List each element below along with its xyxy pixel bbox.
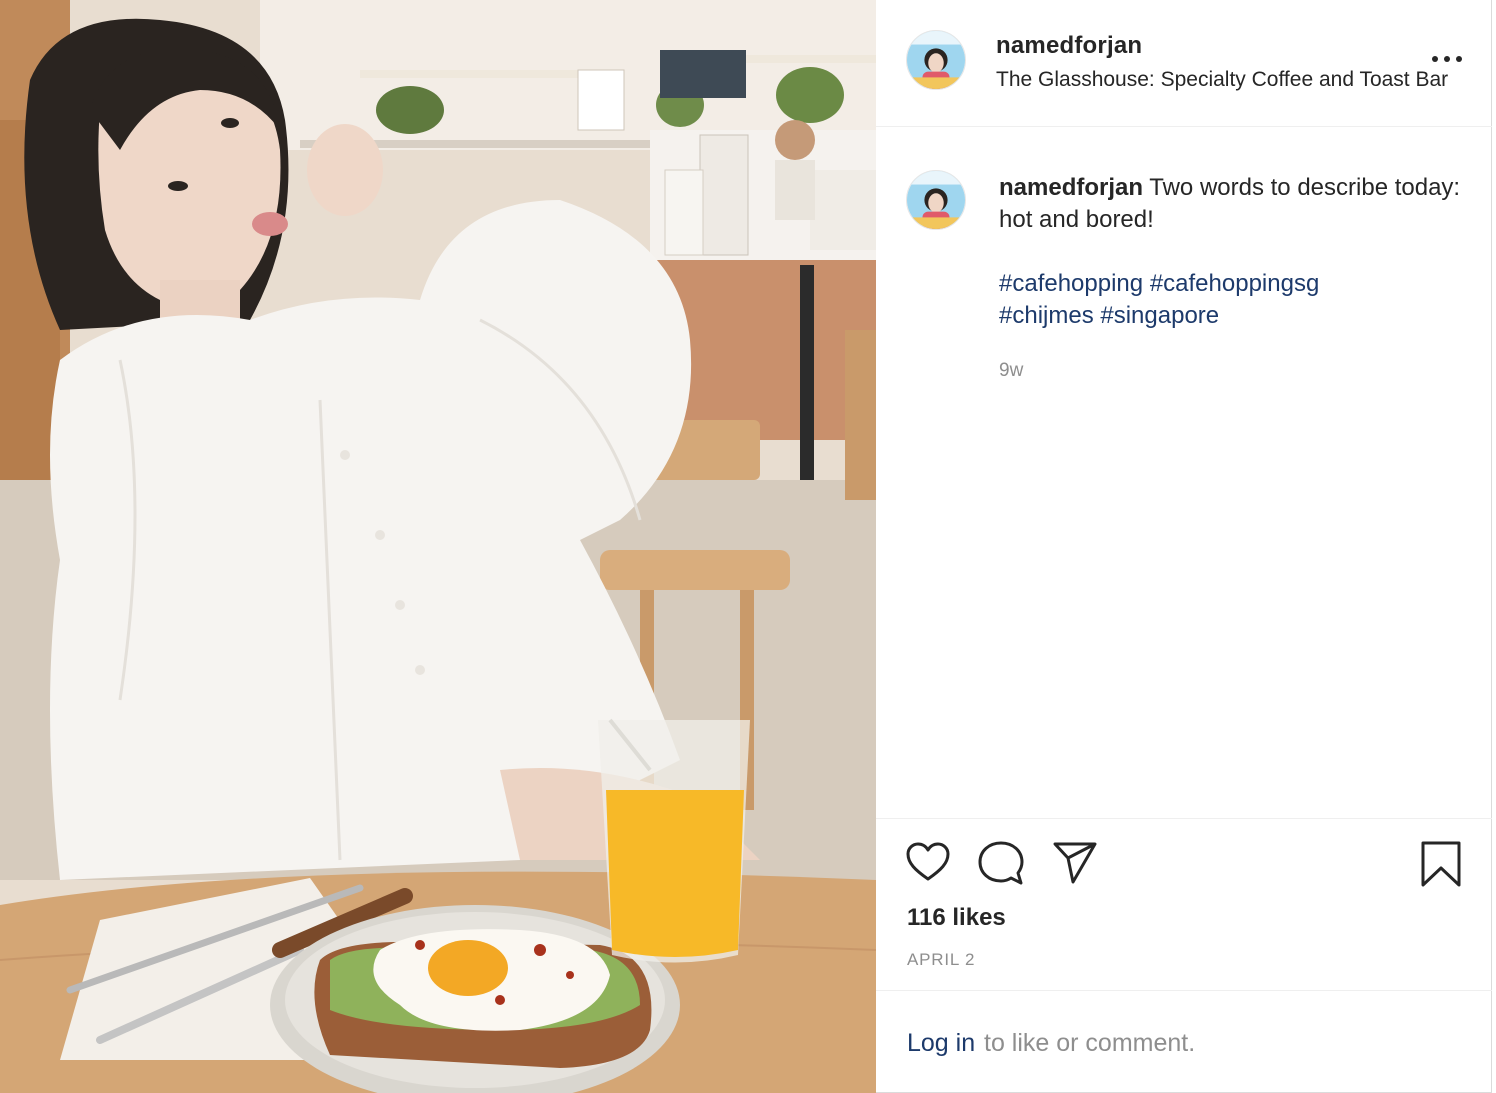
post-container: namedforjan The Glasshouse: Specialty Co… — [0, 0, 1492, 1093]
caption-username[interactable]: namedforjan — [999, 174, 1143, 201]
avatar[interactable] — [906, 170, 966, 230]
post-author-username[interactable]: namedforjan — [996, 32, 1142, 60]
post-photo[interactable] — [0, 0, 876, 1093]
post-caption: namedforjan Two words to describe today:… — [876, 128, 1492, 818]
post-side-panel: namedforjan The Glasshouse: Specialty Co… — [876, 0, 1492, 1093]
hashtag-link[interactable]: #cafehopping — [999, 270, 1143, 297]
more-options-icon[interactable] — [1432, 52, 1462, 64]
login-prompt: Log in to like or comment. — [876, 990, 1492, 1093]
heart-icon[interactable] — [905, 841, 951, 883]
cafe-photo-illustration — [0, 0, 876, 1093]
caption-age[interactable]: 9w — [999, 360, 1023, 382]
post-actions: 116 likes APRIL 2 — [876, 818, 1492, 990]
post-header: namedforjan The Glasshouse: Specialty Co… — [876, 0, 1492, 127]
avatar[interactable] — [906, 30, 966, 90]
comment-icon[interactable] — [978, 840, 1024, 886]
login-prompt-text: to like or comment. — [984, 1029, 1196, 1057]
hashtag-link[interactable]: #cafehoppingsg — [1150, 270, 1319, 297]
avatar-image — [907, 171, 965, 229]
caption-hashtags: #cafehopping #cafehoppingsg #chijmes #si… — [999, 268, 1469, 332]
hashtag-link[interactable]: #singapore — [1100, 302, 1219, 329]
caption-text: namedforjan Two words to describe today:… — [999, 172, 1469, 236]
hashtag-link[interactable]: #chijmes — [999, 302, 1094, 329]
share-icon[interactable] — [1052, 841, 1098, 885]
likes-count[interactable]: 116 likes — [907, 904, 1006, 932]
post-location[interactable]: The Glasshouse: Specialty Coffee and Toa… — [996, 68, 1448, 92]
avatar-image — [907, 31, 965, 89]
post-date[interactable]: APRIL 2 — [907, 950, 975, 970]
login-link[interactable]: Log in — [907, 1029, 975, 1058]
bookmark-icon[interactable] — [1420, 840, 1462, 888]
